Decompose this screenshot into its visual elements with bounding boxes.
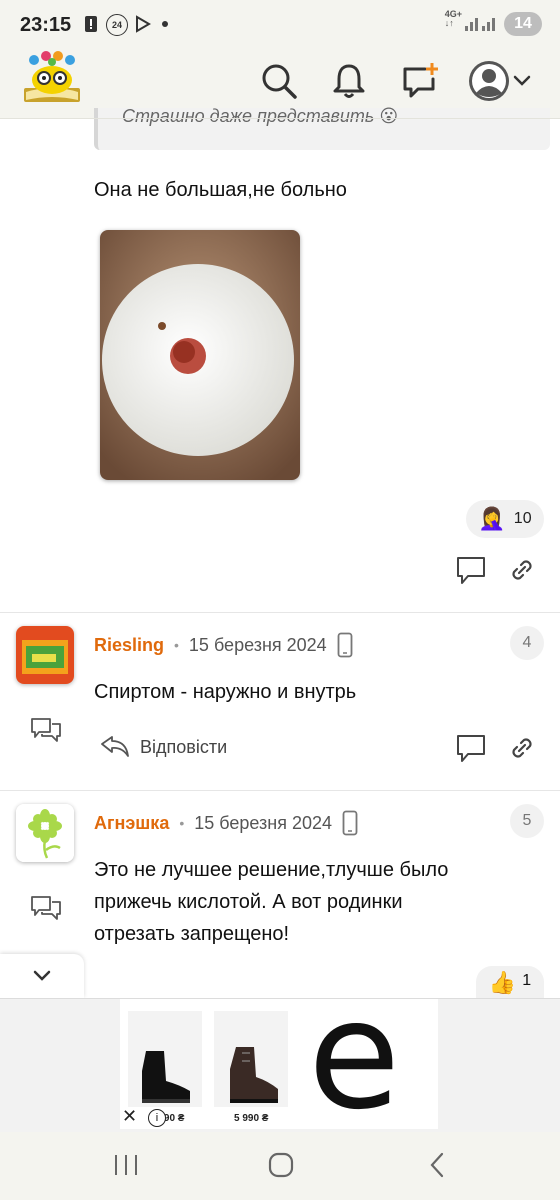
notifications-button[interactable] xyxy=(324,56,374,106)
reaction-count: 1 xyxy=(522,972,532,989)
signal-icon xyxy=(465,18,495,31)
comment-date: 15 березня 2024 xyxy=(188,634,327,655)
status-bar: 23:15 24 4G+ ↓↑ 14 xyxy=(0,0,560,46)
reaction-count: 10 xyxy=(513,510,532,527)
post-photo[interactable] xyxy=(100,230,300,480)
link-icon[interactable] xyxy=(508,556,536,584)
chevron-down-icon xyxy=(513,75,531,86)
search-icon xyxy=(262,64,297,99)
comment-meta: Агнэшка • 15 березня 2024 xyxy=(94,810,358,836)
close-ad-icon[interactable]: ✕ xyxy=(122,1107,140,1125)
avatar-image xyxy=(16,626,74,684)
mobile-device-icon xyxy=(337,632,353,658)
avatar-icon xyxy=(469,61,509,101)
divider xyxy=(0,790,560,791)
reaction-button[interactable]: 🤦‍♀️ 10 xyxy=(466,500,544,538)
thumbs-up-icon: 👍 xyxy=(488,970,517,995)
link-icon[interactable] xyxy=(508,734,536,762)
author-name[interactable]: Агнэшка xyxy=(94,813,169,834)
new-post-icon xyxy=(403,63,438,98)
thread-icon[interactable] xyxy=(30,716,62,744)
thread-icon[interactable] xyxy=(30,894,62,922)
comment-number[interactable]: 4 xyxy=(510,626,544,660)
avatar-flower-image xyxy=(16,804,74,862)
author-name[interactable]: Riesling xyxy=(94,635,164,656)
dot-icon xyxy=(162,21,168,27)
quote-text: Страшно даже представить 😮 xyxy=(122,106,399,126)
quoted-text: Страшно даже представить 😮 xyxy=(94,106,550,150)
battery-indicator: 14 xyxy=(504,12,542,36)
divider xyxy=(0,612,560,613)
avatar[interactable] xyxy=(16,804,74,862)
recent-apps-icon[interactable] xyxy=(112,1152,140,1178)
comment-icon[interactable] xyxy=(454,554,488,586)
cotton-pad-image xyxy=(100,230,300,480)
sim-alert-icon xyxy=(85,16,97,32)
ad-product-2[interactable] xyxy=(214,1011,288,1107)
comment-number[interactable]: 5 xyxy=(510,804,544,838)
post-text: Она не большая,не больно xyxy=(94,179,347,201)
ad-price-2: 5 990 ₴ xyxy=(234,1113,269,1124)
mobile-device-icon xyxy=(342,810,358,836)
comment-text: Спиртом - наружно и внутрь xyxy=(94,681,357,703)
reply-icon xyxy=(101,736,129,757)
comment-icon[interactable] xyxy=(454,732,488,764)
system-nav-bar xyxy=(0,1132,560,1200)
logo-icon[interactable] xyxy=(18,50,86,108)
comment-date: 15 березня 2024 xyxy=(194,812,333,833)
collapse-ad-button[interactable] xyxy=(0,954,84,998)
comment-text: Это не лучшее решение,тлучше было прижеч… xyxy=(94,859,449,945)
brand-logo: e xyxy=(308,969,401,1143)
chevron-down-icon xyxy=(33,970,51,981)
new-post-button[interactable] xyxy=(394,56,444,106)
facepalm-icon: 🤦‍♀️ xyxy=(478,506,506,531)
home-icon[interactable] xyxy=(266,1150,296,1180)
play-store-icon xyxy=(136,15,151,33)
ad-product-1[interactable] xyxy=(128,1011,202,1107)
status-time: 23:15 xyxy=(20,14,72,36)
brown-boot-image xyxy=(230,1047,278,1103)
back-icon[interactable] xyxy=(424,1150,450,1180)
ad-banner[interactable]: 5 990 ₴ 5 990 ₴ ✕ i e xyxy=(0,981,560,1133)
profile-menu-button[interactable] xyxy=(462,56,538,106)
reply-button[interactable]: Відповісти xyxy=(100,734,227,760)
info-icon[interactable]: i xyxy=(148,1109,166,1127)
notification-count-icon: 24 xyxy=(106,14,128,36)
network-type: 4G+ ↓↑ xyxy=(444,9,462,28)
avatar[interactable] xyxy=(16,626,74,684)
black-boot-image xyxy=(142,1051,190,1103)
search-button[interactable] xyxy=(254,56,304,106)
bell-icon xyxy=(333,64,365,98)
ad-card[interactable]: 5 990 ₴ 5 990 ₴ ✕ i e xyxy=(120,981,438,1131)
reaction-button[interactable]: 👍 1 xyxy=(476,966,544,998)
comment-meta: Riesling • 15 березня 2024 xyxy=(94,632,353,658)
reply-label: Відповісти xyxy=(140,736,228,757)
